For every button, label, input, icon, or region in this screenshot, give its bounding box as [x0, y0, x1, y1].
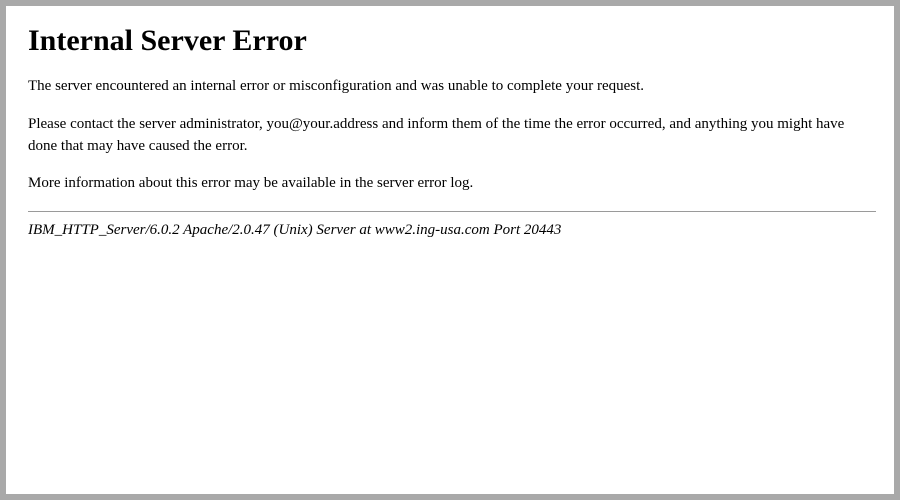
page-title: Internal Server Error — [28, 24, 876, 58]
divider — [28, 211, 876, 212]
error-page: Internal Server Error The server encount… — [6, 6, 894, 494]
error-log-note: More information about this error may be… — [28, 173, 876, 195]
error-contact-info: Please contact the server administrator,… — [28, 114, 876, 158]
error-description: The server encountered an internal error… — [28, 76, 876, 98]
server-signature: IBM_HTTP_Server/6.0.2 Apache/2.0.47 (Uni… — [28, 222, 876, 239]
